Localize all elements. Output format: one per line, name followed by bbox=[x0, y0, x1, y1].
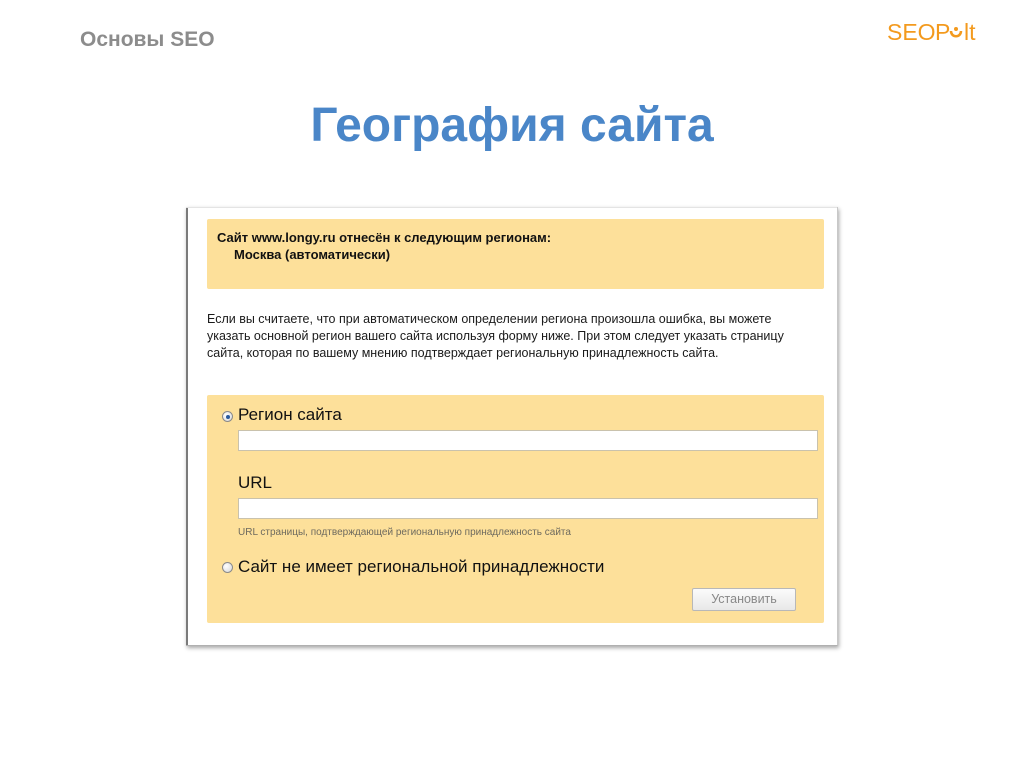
seopult-logo: SEO P lt bbox=[887, 18, 987, 48]
url-input[interactable] bbox=[238, 498, 818, 519]
url-label: URL bbox=[238, 473, 273, 492]
region-option-label[interactable]: Регион сайта bbox=[238, 405, 342, 425]
region-input[interactable] bbox=[238, 430, 818, 451]
region-radio[interactable] bbox=[222, 411, 233, 422]
svg-text:SEO: SEO bbox=[887, 19, 936, 45]
panel-left-border bbox=[186, 207, 188, 645]
seopult-logo-icon: SEO P lt bbox=[887, 19, 976, 45]
region-info-title: Сайт www.longy.ru отнесён к следующим ре… bbox=[217, 230, 552, 245]
description-text: Если вы считаете, что при автоматическом… bbox=[207, 312, 784, 360]
region-info-box: Сайт www.longy.ru отнесён к следующим ре… bbox=[207, 219, 824, 289]
svg-text:lt: lt bbox=[964, 19, 976, 45]
header-label: Основы SEO bbox=[80, 28, 215, 51]
slide-title: География сайта bbox=[310, 99, 714, 152]
no-region-option-label[interactable]: Сайт не имеет региональной принадлежност… bbox=[238, 557, 604, 577]
submit-button[interactable]: Установить bbox=[692, 588, 796, 611]
screenshot-panel: Сайт www.longy.ru отнесён к следующим ре… bbox=[186, 207, 838, 646]
detected-region: Москва (автоматически) bbox=[234, 247, 391, 262]
region-form: Регион сайта URL URL страницы, подтвержд… bbox=[207, 395, 824, 623]
svg-text:P: P bbox=[935, 19, 950, 45]
url-hint: URL страницы, подтверждающей региональну… bbox=[238, 527, 571, 538]
panel-top-border bbox=[186, 207, 837, 208]
no-region-radio[interactable] bbox=[222, 562, 233, 573]
